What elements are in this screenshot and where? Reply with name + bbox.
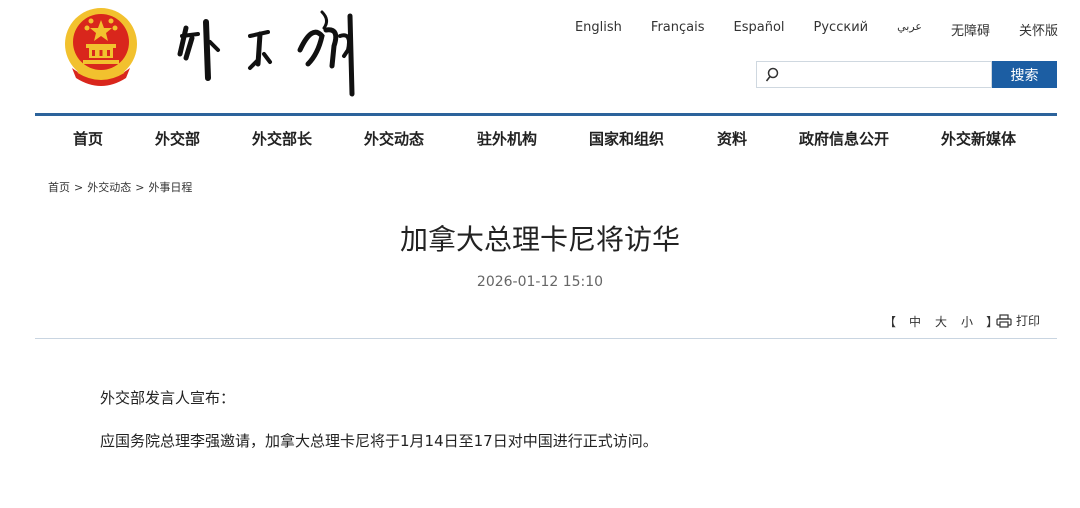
lang-spanish-link[interactable]: Español	[734, 20, 785, 39]
lang-russian-link[interactable]: Русский	[814, 20, 869, 39]
nav-item-diplomatic-news[interactable]: 外交动态	[364, 128, 424, 149]
ministry-calligraphy-logo	[172, 6, 372, 98]
lang-english-link[interactable]: English	[575, 20, 622, 39]
lang-arabic-link[interactable]: عربي	[897, 20, 922, 39]
lang-french-link[interactable]: Français	[651, 20, 705, 39]
font-size-medium-button[interactable]: 大	[935, 313, 947, 330]
accessibility-link[interactable]: 无障碍	[951, 20, 990, 39]
print-button[interactable]: 打印	[996, 312, 1040, 329]
font-size-controls: 【 中 大 小 】	[878, 313, 1004, 330]
nav-item-new-media[interactable]: 外交新媒体	[941, 128, 1016, 149]
search-icon	[765, 67, 779, 83]
article-paragraph: 外交部发言人宣布：	[100, 389, 236, 407]
article-title: 加拿大总理卡尼将访华	[399, 223, 680, 256]
nav-item-home[interactable]: 首页	[73, 128, 103, 149]
font-size-small-button[interactable]: 小	[961, 313, 973, 330]
nav-item-ministry[interactable]: 外交部	[155, 128, 200, 149]
bracket-open: 【	[884, 315, 897, 329]
print-label: 打印	[1016, 314, 1041, 328]
national-emblem-icon	[62, 6, 140, 90]
search-input[interactable]	[783, 64, 988, 85]
font-size-large-button[interactable]: 中	[909, 313, 921, 330]
breadcrumb-diplomatic-news[interactable]: 外交动态	[87, 181, 131, 194]
main-nav: 首页 外交部 外交部长 外交动态 驻外机构 国家和组织 资料 政府信息公开 外交…	[35, 116, 1057, 160]
language-bar: English Français Español Русский عربي 无障…	[546, 20, 1058, 39]
breadcrumb-separator: >	[135, 181, 145, 194]
breadcrumb-home[interactable]: 首页	[48, 181, 70, 194]
nav-item-resources[interactable]: 资料	[717, 128, 747, 149]
search-box	[756, 61, 992, 88]
breadcrumb-foreign-affairs-schedule[interactable]: 外事日程	[148, 181, 192, 194]
breadcrumb: 首页 > 外交动态 > 外事日程	[48, 179, 192, 195]
breadcrumb-separator: >	[74, 181, 84, 194]
nav-item-missions-abroad[interactable]: 驻外机构	[477, 128, 537, 149]
article-date: 2026-01-12 15:10	[476, 274, 604, 290]
elderly-care-link[interactable]: 关怀版	[1019, 20, 1058, 39]
article-paragraph: 应国务院总理李强邀请，加拿大总理卡尼将于1月14日至17日对中国进行正式访问。	[100, 432, 658, 450]
nav-item-minister[interactable]: 外交部长	[252, 128, 312, 149]
printer-icon	[996, 313, 1012, 328]
search-button[interactable]: 搜索	[992, 61, 1057, 88]
content-divider	[35, 338, 1057, 339]
nav-item-gov-info[interactable]: 政府信息公开	[799, 128, 889, 149]
nav-item-countries-orgs[interactable]: 国家和组织	[589, 128, 664, 149]
